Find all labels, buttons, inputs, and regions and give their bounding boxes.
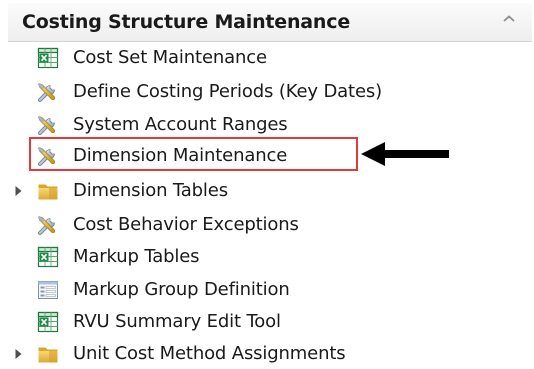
- expand-arrow-icon[interactable]: [14, 185, 23, 197]
- tree-item-label: Markup Tables: [73, 246, 200, 267]
- chevron-up-icon[interactable]: [500, 12, 518, 26]
- tree-item-label: RVU Summary Edit Tool: [73, 311, 281, 332]
- tree-item-label: System Account Ranges: [73, 114, 288, 135]
- navigation-tree: Cost Set Maintenance Define Costing Peri…: [0, 41, 534, 365]
- tools-icon: [37, 114, 59, 136]
- tools-icon: [37, 214, 59, 236]
- tools-icon: [37, 81, 59, 103]
- folder-icon: [37, 180, 59, 202]
- spreadsheet-icon: [37, 311, 59, 333]
- panel-header[interactable]: Costing Structure Maintenance: [8, 3, 532, 42]
- tree-item-label: Unit Cost Method Assignments: [73, 343, 346, 364]
- tree-item-label: Cost Behavior Exceptions: [73, 214, 299, 235]
- highlight-box: [29, 137, 358, 171]
- form-icon: [37, 279, 59, 301]
- expand-arrow-icon[interactable]: [14, 348, 23, 360]
- folder-icon: [37, 343, 59, 365]
- tree-item-label: Cost Set Maintenance: [73, 47, 267, 68]
- tree-item-label: Dimension Tables: [73, 180, 228, 201]
- spreadsheet-icon: [37, 47, 59, 69]
- tree-item-label: Markup Group Definition: [73, 279, 290, 300]
- spreadsheet-icon: [37, 246, 59, 268]
- tree-item-label: Define Costing Periods (Key Dates): [73, 81, 382, 102]
- left-arrow-icon: [361, 142, 449, 166]
- panel-title: Costing Structure Maintenance: [22, 11, 351, 33]
